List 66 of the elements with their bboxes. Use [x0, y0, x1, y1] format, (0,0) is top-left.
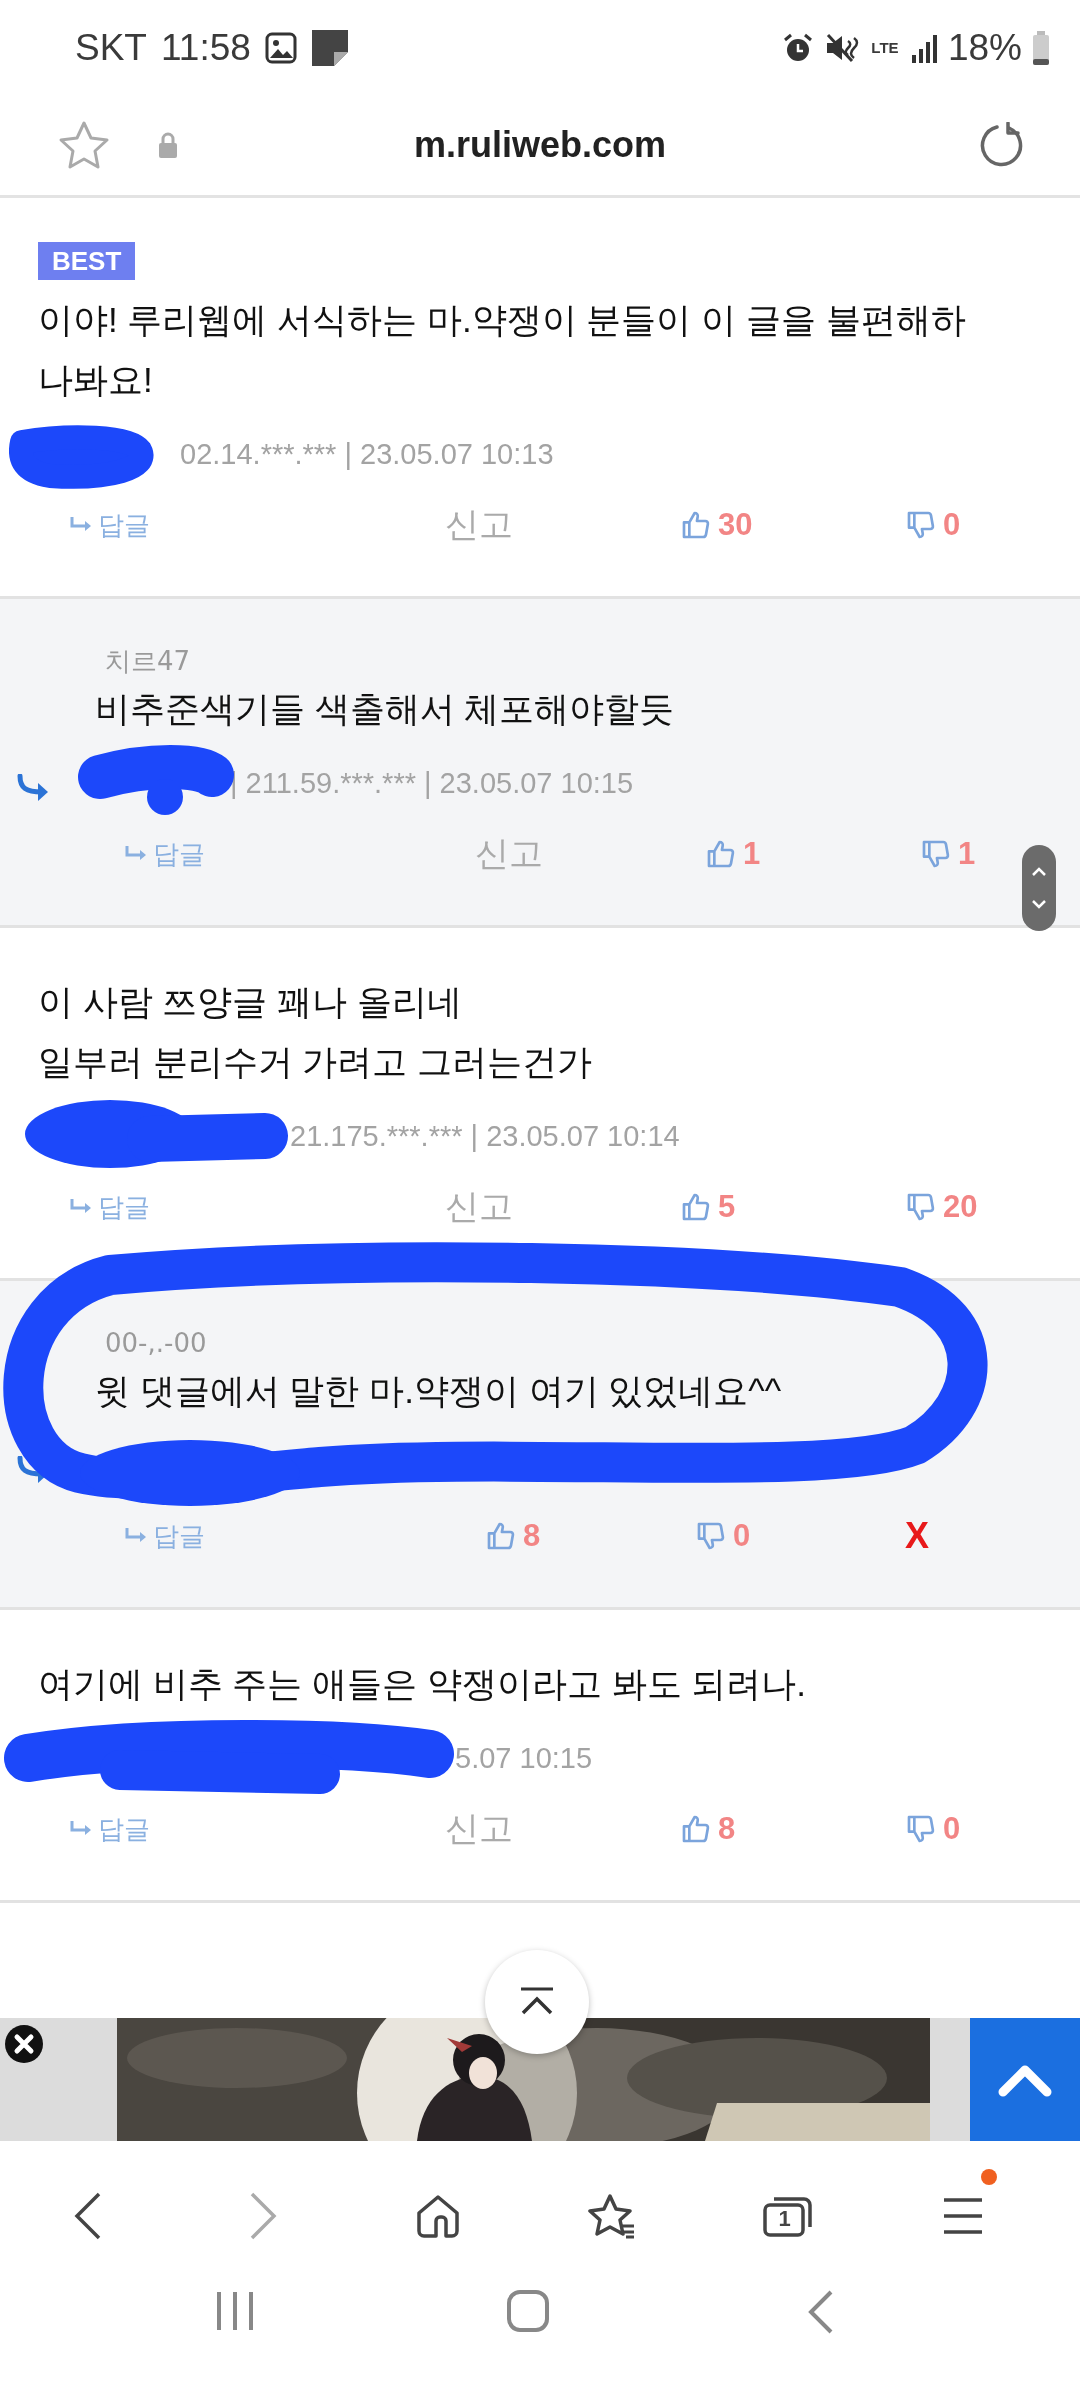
url-text[interactable]: m.ruliweb.com [220, 124, 860, 166]
comment-text: 비추준색기들 색출해서 체포해야할듯 [94, 688, 676, 730]
reply-button[interactable]: 답글 [70, 1811, 445, 1847]
dislike-button[interactable]: 1 [920, 836, 1080, 872]
comment-text: 윗 댓글에서 말한 마.약쟁이 여기 있었네요^^ [94, 1370, 783, 1412]
thumbs-up-icon [485, 1520, 517, 1552]
report-button[interactable]: 신고 [445, 1806, 680, 1852]
thumbs-up-icon [680, 1191, 712, 1223]
reply-button[interactable]: 답글 [125, 1518, 485, 1554]
home-icon[interactable] [506, 2290, 549, 2332]
like-button[interactable]: 8 [485, 1518, 695, 1554]
like-button[interactable]: 8 [680, 1811, 905, 1847]
reply-button[interactable]: 답글 [70, 507, 445, 543]
reply-button[interactable]: 답글 [70, 1189, 445, 1225]
thumbs-down-icon [905, 1813, 937, 1845]
comment-text: 이야! 루리웹에 서식하는 마.약쟁이 분들이 이 글을 불편해하나봐요! [37, 299, 967, 401]
signal-icon [909, 32, 938, 63]
dislike-button[interactable]: 0 [695, 1518, 905, 1554]
network-type: LTE [870, 40, 900, 55]
close-icon[interactable] [4, 2024, 44, 2064]
reply-icon [70, 1821, 92, 1837]
post-info: 21.175.***.*** | 23.05.07 10:14 [290, 1120, 680, 1152]
report-button[interactable]: 신고 [445, 502, 680, 548]
reply-icon [70, 517, 92, 533]
thumbs-up-icon [680, 1813, 712, 1845]
thumbs-up-icon [705, 838, 737, 870]
comment-text: 여기에 비추 주는 애들은 약쟁이라고 봐도 되려나. [37, 1663, 808, 1705]
post-info: 02.14.***.*** | 23.05.07 10:13 [180, 438, 554, 470]
bookmark-star-icon[interactable] [58, 120, 110, 170]
reload-icon[interactable] [979, 122, 1025, 168]
gallery-icon [264, 31, 297, 64]
expand-ad-button[interactable] [970, 2018, 1080, 2141]
like-button[interactable]: 30 [680, 507, 905, 543]
clock: 11:58 [160, 26, 251, 69]
home-button[interactable] [414, 2192, 461, 2239]
carrier: SKT [75, 26, 147, 69]
comment-text: 이 사람 쯔양글 꽤나 올리네 일부러 분리수거 가려고 그러는건가 [37, 981, 594, 1083]
battery-icon [1032, 30, 1050, 65]
dislike-button[interactable]: 20 [905, 1189, 1080, 1225]
report-button[interactable]: 신고 [445, 1184, 680, 1230]
best-badge: BEST [38, 242, 136, 280]
post-info: 5.07 10:15 [455, 1742, 593, 1774]
reply-icon [70, 1199, 92, 1215]
back-button[interactable] [72, 2191, 103, 2240]
back-icon[interactable] [807, 2290, 834, 2334]
alarm-icon [781, 31, 814, 64]
note-icon [310, 28, 349, 67]
battery-percent: 18% [947, 26, 1022, 69]
thumbs-up-icon [680, 509, 712, 541]
thumbs-down-icon [905, 509, 937, 541]
thumbs-down-icon [905, 1191, 937, 1223]
thumbs-down-icon [695, 1520, 727, 1552]
delete-button[interactable]: X [905, 1515, 1080, 1557]
dislike-button[interactable]: 0 [905, 507, 1080, 543]
author-name: 00-,.-00 [104, 1327, 208, 1360]
reply-button[interactable]: 답글 [125, 836, 475, 872]
report-button[interactable]: 신고 [475, 831, 705, 877]
reply-icon [125, 1528, 147, 1544]
thumbs-down-icon [920, 838, 952, 870]
dislike-button[interactable]: 0 [905, 1811, 1080, 1847]
reply-icon [125, 846, 147, 862]
author-name: 치르47 [104, 645, 192, 678]
like-button[interactable]: 5 [680, 1189, 905, 1225]
like-button[interactable]: 1 [705, 836, 920, 872]
recent-apps-icon[interactable] [214, 2290, 255, 2332]
scroll-handle[interactable] [1022, 845, 1056, 931]
